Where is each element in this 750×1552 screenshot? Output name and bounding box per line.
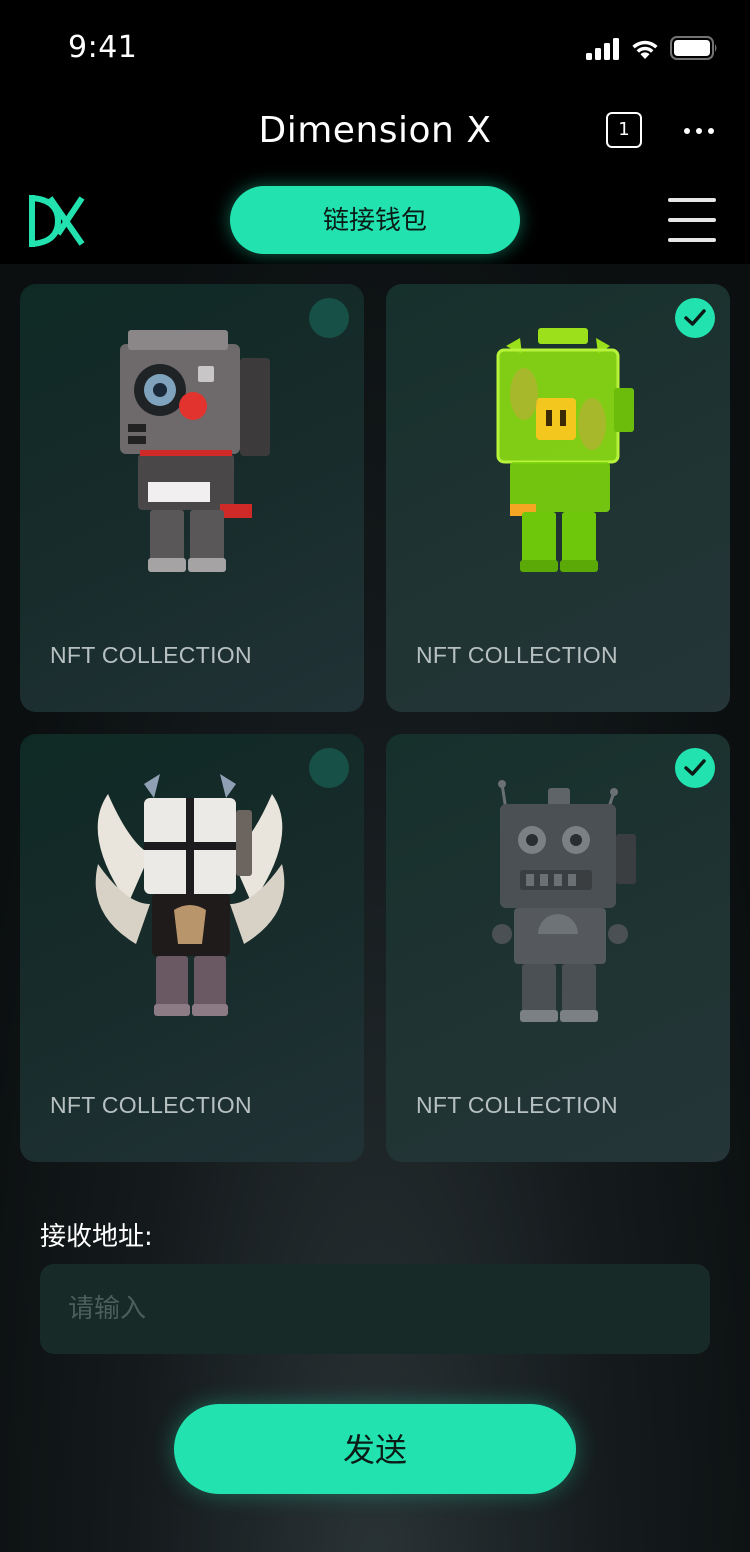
card-label: NFT COLLECTION <box>416 1092 618 1118</box>
address-label: 接收地址: <box>40 1222 153 1252</box>
card-label: NFT COLLECTION <box>50 1092 252 1118</box>
green-robot-image <box>496 328 634 572</box>
status-icons <box>586 34 718 60</box>
main-content: NFT COLLECTION NFT COLLECTION NFT COLLEC… <box>0 264 750 1552</box>
camera-robot-image <box>120 330 270 572</box>
silver-robot-image <box>492 780 636 1022</box>
nft-card[interactable]: NFT COLLECTION <box>386 284 730 712</box>
hamburger-menu-icon[interactable] <box>668 198 716 244</box>
wifi-icon <box>632 40 658 59</box>
tab-count-button[interactable]: 1 <box>606 112 642 148</box>
winged-robot-image <box>95 774 285 1016</box>
dimension-x-logo <box>29 195 85 247</box>
card-label: NFT COLLECTION <box>416 642 618 668</box>
check-icon <box>684 759 706 776</box>
send-button[interactable]: 发送 <box>174 1404 576 1494</box>
select-toggle[interactable] <box>675 748 715 788</box>
select-toggle[interactable] <box>675 298 715 338</box>
top-bar: 9:41 Dimension X 1 链接钱包 <box>0 0 750 264</box>
nft-card[interactable]: NFT COLLECTION <box>20 284 364 712</box>
nft-card[interactable]: NFT COLLECTION <box>20 734 364 1162</box>
address-input[interactable] <box>40 1264 710 1354</box>
nft-card[interactable]: NFT COLLECTION <box>386 734 730 1162</box>
battery-icon <box>670 36 717 60</box>
more-options-icon[interactable] <box>684 128 720 138</box>
signal-icon <box>586 38 619 60</box>
select-toggle[interactable] <box>309 298 349 338</box>
connect-wallet-button[interactable]: 链接钱包 <box>230 186 520 254</box>
status-time: 9:41 <box>68 30 138 65</box>
card-label: NFT COLLECTION <box>50 642 252 668</box>
check-icon <box>684 309 706 326</box>
